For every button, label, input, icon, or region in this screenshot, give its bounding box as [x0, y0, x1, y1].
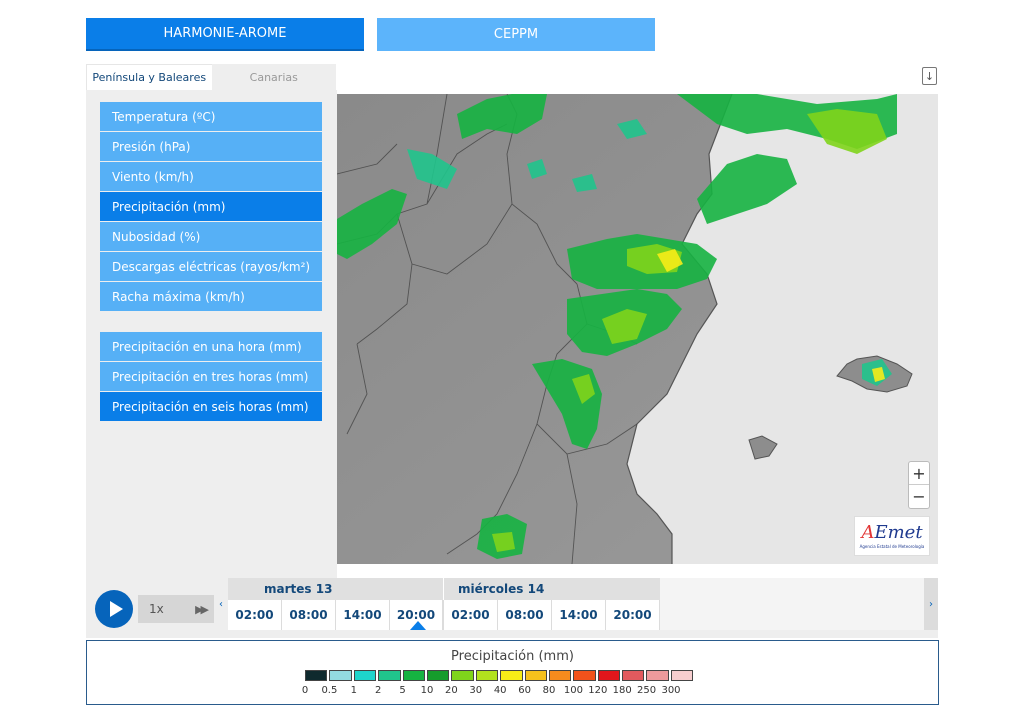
- fast-forward-icon[interactable]: ▶▶: [195, 603, 209, 616]
- legend-tick-label: 0: [301, 685, 309, 696]
- legend-tick-label: 30: [469, 685, 483, 696]
- accumulation-six-hours[interactable]: Precipitación en seis horas (mm): [100, 392, 322, 421]
- hour-slot[interactable]: 14:00: [336, 600, 390, 630]
- aemet-logo: AEmet Agencia Estatal de Meteorología: [854, 516, 930, 556]
- region-tab-peninsula[interactable]: Península y Baleares: [86, 64, 212, 90]
- variable-temperature[interactable]: Temperatura (ºC): [100, 102, 322, 131]
- legend-tick-label: 300: [661, 685, 681, 696]
- precipitation-map[interactable]: + − AEmet Agencia Estatal de Meteorologí…: [337, 94, 938, 564]
- hour-slot[interactable]: 02:00: [444, 600, 498, 630]
- legend-ticks: 0 0.5 1 2 5 10 20 30 40 60 80 100 120 180 250 300: [293, 685, 693, 699]
- region-tabs: Península y Baleares Canarias: [86, 64, 336, 90]
- accumulation-list: Precipitación en una hora (mm) Precipita…: [100, 332, 322, 422]
- model-tab-harmonie[interactable]: HARMONIE-AROME: [86, 18, 364, 51]
- legend-tick-label: 120: [588, 685, 608, 696]
- accumulation-one-hour[interactable]: Precipitación en una hora (mm): [100, 332, 322, 361]
- variable-cloudiness[interactable]: Nubosidad (%): [100, 222, 322, 251]
- play-icon: [109, 601, 123, 617]
- hour-slots: 02:00 08:00 14:00 20:00 02:00 08:00 14:0…: [228, 600, 660, 630]
- legend-swatch: [402, 670, 425, 681]
- legend-swatch: [353, 670, 377, 681]
- timeline-prev-arrow[interactable]: ‹: [214, 578, 228, 630]
- legend-swatch: [670, 670, 694, 681]
- legend-tick-label: 250: [637, 685, 657, 696]
- legend-swatch: [329, 670, 352, 681]
- download-icon[interactable]: ↓: [922, 67, 937, 85]
- speed-control[interactable]: 1x ▶▶: [138, 595, 214, 623]
- variable-wind[interactable]: Viento (km/h): [100, 162, 322, 191]
- model-tab-ceppm[interactable]: CEPPM: [377, 18, 655, 51]
- legend-tick-label: 0.5: [321, 685, 338, 696]
- hour-slot[interactable]: 08:00: [282, 600, 336, 630]
- legend-tick-label: 60: [518, 685, 531, 696]
- zoom-in-button[interactable]: +: [909, 462, 929, 485]
- day-label-wednesday: miércoles 14: [443, 578, 660, 600]
- timeline-next-arrow[interactable]: ›: [924, 578, 938, 630]
- legend-tick-label: 10: [420, 685, 434, 696]
- legend-tick-label: 20: [445, 685, 458, 696]
- accumulation-three-hours[interactable]: Precipitación en tres horas (mm): [100, 362, 322, 391]
- legend-tick-label: 180: [612, 685, 632, 696]
- zoom-out-button[interactable]: −: [909, 485, 929, 508]
- legend-swatch: [500, 670, 523, 681]
- variable-lightning[interactable]: Descargas eléctricas (rayos/km²): [100, 252, 322, 281]
- timeline-bar: 1x ▶▶ ‹ martes 13 miércoles 14 02:00 08:…: [86, 578, 938, 638]
- legend-tick-label: 1: [350, 685, 357, 696]
- legend-swatch: [573, 670, 596, 681]
- legend-tick-label: 40: [493, 685, 507, 696]
- timeline-filler: [660, 578, 924, 630]
- legend-title: Precipitación (mm): [451, 649, 574, 664]
- selected-hour-marker: [410, 621, 426, 630]
- legend-swatch: [378, 670, 401, 681]
- map-canvas: [337, 94, 938, 564]
- variable-precipitation[interactable]: Precipitación (mm): [100, 192, 322, 221]
- legend-swatch: [622, 670, 645, 681]
- legend-swatch: [451, 670, 474, 681]
- legend-swatch: [548, 670, 572, 681]
- legend-swatch: [597, 670, 621, 681]
- variable-max-gust[interactable]: Racha máxima (km/h): [100, 282, 322, 311]
- region-tab-canarias[interactable]: Canarias: [212, 64, 337, 90]
- legend-tick-label: 2: [375, 685, 382, 696]
- hour-slot[interactable]: 20:00: [606, 600, 660, 630]
- hour-slot[interactable]: 08:00: [498, 600, 552, 630]
- precipitation-legend: Precipitación (mm) 0 0.5 1 2 5 10 20 30 40 60 80 10…: [86, 640, 939, 705]
- variable-pressure[interactable]: Presión (hPa): [100, 132, 322, 161]
- legend-swatch: [475, 670, 499, 681]
- variable-sidebar: Temperatura (ºC) Presión (hPa) Viento (k…: [86, 90, 337, 578]
- legend-swatch: [524, 670, 547, 681]
- legend-swatch: [305, 670, 328, 681]
- play-button[interactable]: [95, 590, 133, 628]
- zoom-control: + −: [908, 461, 930, 509]
- hour-slot[interactable]: 14:00: [552, 600, 606, 630]
- variable-list: Temperatura (ºC) Presión (hPa) Viento (k…: [100, 102, 322, 312]
- legend-tick-label: 80: [542, 685, 556, 696]
- legend-swatch: [646, 670, 669, 681]
- legend-tick-label: 5: [399, 685, 406, 696]
- speed-value: 1x: [149, 602, 164, 616]
- legend-swatches: [305, 670, 695, 681]
- legend-tick-label: 100: [563, 685, 583, 696]
- legend-swatch: [426, 670, 450, 681]
- hour-slot[interactable]: 02:00: [228, 600, 282, 630]
- day-label-tuesday: martes 13: [228, 578, 443, 600]
